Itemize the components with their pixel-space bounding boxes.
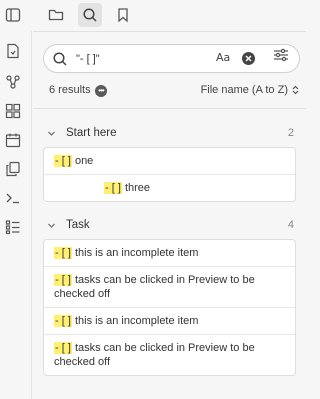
sort-select[interactable]: File name (A to Z) <box>201 84 299 96</box>
results-count: 6 results <box>49 84 91 96</box>
bookmark-icon <box>115 7 131 23</box>
match-text: tasks can be clicked in Preview to be ch… <box>54 342 255 368</box>
result-group-header-start-here[interactable]: Start here 2 <box>33 125 306 143</box>
more-options-button[interactable]: ••• <box>95 85 107 97</box>
match-text: three <box>121 182 151 194</box>
match-text: this is an incomplete item <box>71 315 199 327</box>
clear-search-button[interactable] <box>242 52 255 65</box>
search-box: Aa <box>43 44 300 73</box>
search-icon <box>82 7 98 23</box>
top-toolbar <box>0 0 306 31</box>
match-text: this is an incomplete item <box>71 247 199 259</box>
search-panel: Aa 6 results ••• File name (A to Z) <box>33 31 306 399</box>
chevron-down-icon <box>47 221 56 230</box>
search-settings-button[interactable] <box>273 48 289 62</box>
terminal-icon[interactable] <box>3 188 23 208</box>
divider <box>33 108 306 109</box>
group-title: Task <box>66 219 90 231</box>
tab-search[interactable] <box>78 3 102 27</box>
group-title: Start here <box>66 127 117 139</box>
graph-icon[interactable] <box>3 72 23 92</box>
match-highlight: - [ ] <box>54 274 72 286</box>
search-icon <box>52 51 68 67</box>
match-highlight: - [ ] <box>54 155 72 167</box>
left-ribbon <box>0 31 32 399</box>
results-row: 6 results ••• File name (A to Z) <box>49 83 299 99</box>
ellipsis-icon: ••• <box>98 86 104 95</box>
tab-bookmarks[interactable] <box>111 3 135 27</box>
folder-icon <box>48 7 64 23</box>
group-count: 4 <box>287 219 294 231</box>
group-count: 2 <box>287 127 294 139</box>
result-card-task: - [ ] this is an incomplete item - [ ] t… <box>43 239 296 376</box>
match-row[interactable]: - [ ] tasks can be clicked in Preview to… <box>44 266 295 307</box>
match-row[interactable]: - [ ] one <box>44 148 295 174</box>
updown-chevron-icon <box>292 85 299 95</box>
result-group-header-task[interactable]: Task 4 <box>33 217 306 235</box>
canvas-icon[interactable] <box>3 101 23 121</box>
match-row[interactable]: - [ ] tasks can be clicked in Preview to… <box>44 334 295 375</box>
match-row[interactable]: - [ ] this is an incomplete item <box>44 240 295 266</box>
sort-label: File name (A to Z) <box>200 84 288 96</box>
result-card-start-here: - [ ] one - [ ] three <box>43 147 296 202</box>
tab-files[interactable] <box>44 3 68 27</box>
match-highlight: - [ ] <box>104 182 122 194</box>
chevron-down-icon <box>47 129 56 138</box>
calendar-icon[interactable] <box>3 130 23 150</box>
match-text: one <box>71 155 94 167</box>
sliders-icon <box>273 48 289 62</box>
match-case-toggle[interactable]: Aa <box>216 51 230 64</box>
list-icon[interactable] <box>3 217 23 237</box>
sidebar-toggle-icon <box>5 7 21 23</box>
file-icon[interactable] <box>3 41 23 61</box>
search-input[interactable] <box>76 51 206 67</box>
match-highlight: - [ ] <box>54 315 72 327</box>
match-row[interactable]: - [ ] this is an incomplete item <box>44 307 295 334</box>
sidebar-toggle-button[interactable] <box>1 3 25 27</box>
copy-icon[interactable] <box>3 159 23 179</box>
match-row[interactable]: - [ ] three <box>44 174 295 201</box>
match-highlight: - [ ] <box>54 247 72 259</box>
match-text: tasks can be clicked in Preview to be ch… <box>54 274 255 300</box>
match-highlight: - [ ] <box>54 342 72 354</box>
